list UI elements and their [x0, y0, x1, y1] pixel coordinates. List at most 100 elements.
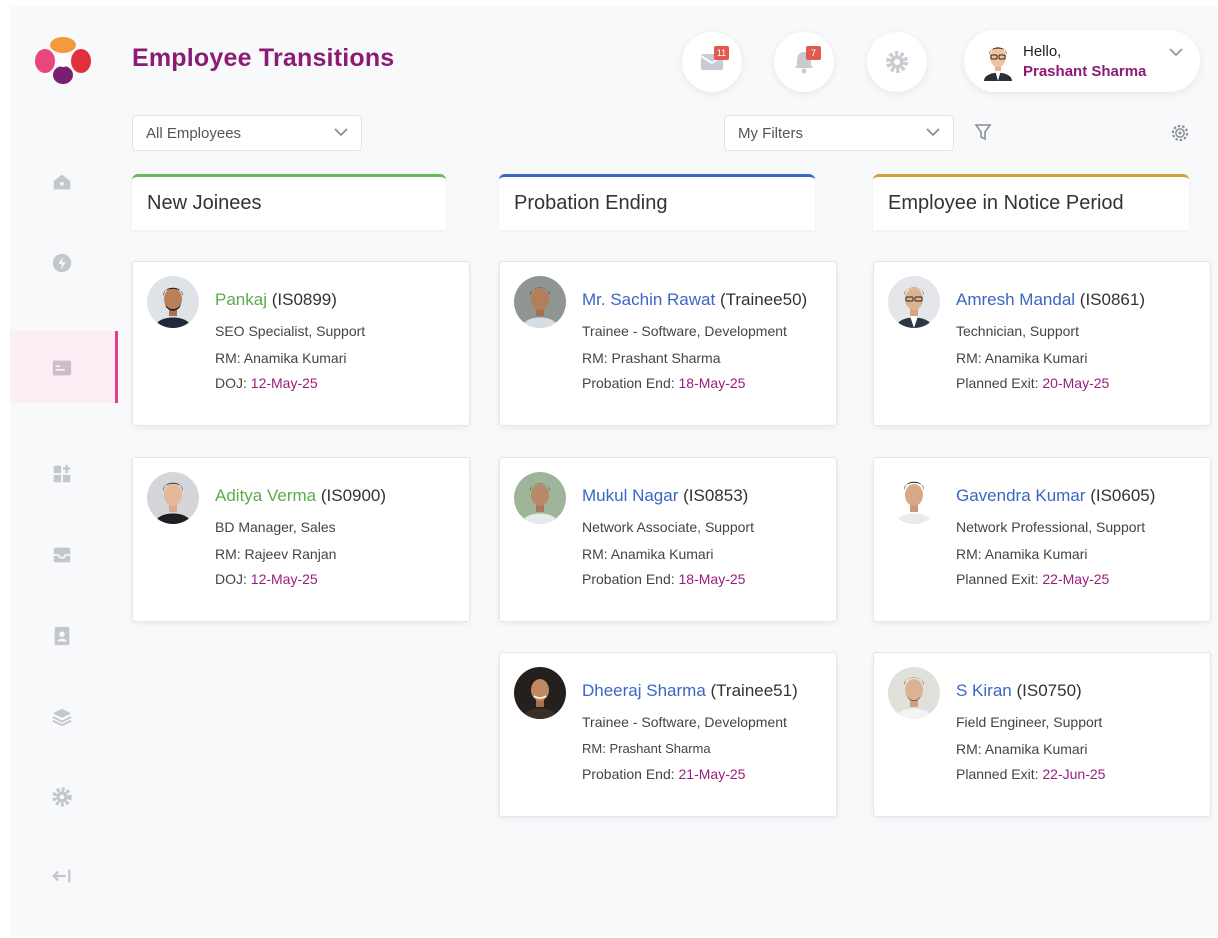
- employee-manager: RM: Anamika Kumari: [582, 546, 714, 562]
- employee-avatar: [888, 472, 940, 524]
- employee-role: BD Manager, Sales: [215, 519, 336, 535]
- employee-name-line: Mukul Nagar (IS0853): [582, 486, 748, 506]
- date-value: 22-May-25: [1042, 571, 1110, 587]
- employee-avatar: [147, 472, 199, 524]
- id-card-icon[interactable]: [50, 356, 74, 380]
- employee-date-line: Probation End: 21-May-25: [582, 766, 745, 782]
- my-filters-select[interactable]: My Filters: [724, 115, 954, 151]
- employee-code: (IS0900): [320, 486, 387, 505]
- employee-name-line: Aditya Verma (IS0900): [215, 486, 386, 506]
- employee-card[interactable]: Gavendra Kumar (IS0605) Network Professi…: [873, 457, 1211, 622]
- app-window: Employee Transitions 11 7 Hello, Prashan…: [10, 6, 1218, 936]
- employee-name-line: Pankaj (IS0899): [215, 290, 337, 310]
- column-header-probation-ending: Probation Ending: [499, 174, 815, 230]
- employee-manager: RM: Anamika Kumari: [956, 350, 1088, 366]
- date-value: 21-May-25: [678, 766, 746, 782]
- employee-date-line: Probation End: 18-May-25: [582, 375, 745, 391]
- employee-avatar: [888, 276, 940, 328]
- mail-count-badge: 11: [714, 46, 729, 60]
- settings-icon[interactable]: [50, 785, 74, 809]
- employee-name-line: Gavendra Kumar (IS0605): [956, 486, 1155, 506]
- employee-role: Network Professional, Support: [956, 519, 1146, 535]
- date-label: Planned Exit:: [956, 375, 1043, 391]
- employee-avatar: [514, 472, 566, 524]
- employee-card[interactable]: Amresh Mandal (IS0861) Technician, Suppo…: [873, 261, 1211, 426]
- employee-card[interactable]: Pankaj (IS0899) SEO Specialist, Support …: [132, 261, 470, 426]
- mail-button[interactable]: 11: [682, 32, 742, 92]
- employees-select-value: All Employees: [146, 124, 242, 142]
- employee-role: Field Engineer, Support: [956, 714, 1103, 730]
- layers-icon[interactable]: [50, 705, 74, 729]
- employee-avatar: [514, 276, 566, 328]
- notifications-button[interactable]: 7: [774, 32, 834, 92]
- employee-role: Network Associate, Support: [582, 519, 754, 535]
- employee-name-link[interactable]: S Kiran: [956, 681, 1012, 700]
- employee-date-line: Planned Exit: 22-Jun-25: [956, 766, 1105, 782]
- employee-name-line: Dheeraj Sharma (Trainee51): [582, 681, 798, 701]
- user-greeting: Hello,: [1023, 43, 1062, 60]
- notification-count-badge: 7: [806, 46, 821, 60]
- contacts-icon[interactable]: [50, 624, 74, 648]
- employee-code: (IS0853): [683, 486, 749, 505]
- employee-name-line: S Kiran (IS0750): [956, 681, 1082, 701]
- chevron-down-icon: [334, 128, 348, 137]
- date-value: 12-May-25: [250, 571, 318, 587]
- employee-code: (Trainee50): [719, 290, 808, 309]
- employee-manager: RM: Anamika Kumari: [956, 546, 1088, 562]
- column-header-new-joinees: New Joinees: [132, 174, 446, 230]
- date-label: Probation End:: [582, 571, 679, 587]
- employees-select[interactable]: All Employees: [132, 115, 362, 151]
- employee-manager: RM: Anamika Kumari: [215, 350, 347, 366]
- settings-button[interactable]: [867, 32, 927, 92]
- date-label: Probation End:: [582, 766, 679, 782]
- employee-code: (Trainee51): [710, 681, 798, 700]
- employee-card[interactable]: S Kiran (IS0750) Field Engineer, Support…: [873, 652, 1211, 817]
- employee-card[interactable]: Dheeraj Sharma (Trainee51) Trainee - Sof…: [499, 652, 837, 817]
- employee-manager: RM: Rajeev Ranjan: [215, 546, 337, 562]
- chevron-down-icon[interactable]: [1168, 47, 1184, 57]
- employee-role: Trainee - Software, Development: [582, 714, 787, 730]
- employee-card[interactable]: Mr. Sachin Rawat (Trainee50) Trainee - S…: [499, 261, 837, 426]
- employee-name-link[interactable]: Pankaj: [215, 290, 267, 309]
- employee-role: Technician, Support: [956, 323, 1079, 339]
- date-label: Probation End:: [582, 375, 679, 391]
- date-value: 18-May-25: [678, 571, 746, 587]
- employee-date-line: Planned Exit: 20-May-25: [956, 375, 1109, 391]
- dashboard-icon[interactable]: [50, 462, 74, 486]
- employee-card[interactable]: Mukul Nagar (IS0853) Network Associate, …: [499, 457, 837, 622]
- employee-name-link[interactable]: Dheeraj Sharma: [582, 681, 706, 700]
- employee-role: Trainee - Software, Development: [582, 323, 787, 339]
- company-logo[interactable]: [34, 34, 92, 94]
- collapse-icon[interactable]: [50, 864, 74, 888]
- employee-name-link[interactable]: Amresh Mandal: [956, 290, 1075, 309]
- home-icon[interactable]: [50, 170, 74, 194]
- column-settings-icon[interactable]: [1170, 123, 1190, 143]
- user-menu[interactable]: Hello, Prashant Sharma: [964, 30, 1200, 92]
- column-header-notice-period: Employee in Notice Period: [873, 174, 1189, 230]
- employee-avatar: [888, 667, 940, 719]
- page-title: Employee Transitions: [132, 44, 395, 72]
- date-label: DOJ:: [215, 571, 251, 587]
- date-label: DOJ:: [215, 375, 251, 391]
- employee-manager: RM: Prashant Sharma: [582, 350, 721, 366]
- filter-icon[interactable]: [974, 123, 992, 141]
- date-value: 22-Jun-25: [1042, 766, 1106, 782]
- employee-name-link[interactable]: Mr. Sachin Rawat: [582, 290, 715, 309]
- bolt-icon[interactable]: [50, 251, 74, 275]
- employee-manager: RM: Prashant Sharma: [582, 741, 711, 756]
- employee-name-link[interactable]: Mukul Nagar: [582, 486, 678, 505]
- my-filters-select-value: My Filters: [738, 124, 803, 142]
- employee-date-line: DOJ: 12-May-25: [215, 571, 318, 587]
- employee-card[interactable]: Aditya Verma (IS0900) BD Manager, Sales …: [132, 457, 470, 622]
- employee-name-line: Amresh Mandal (IS0861): [956, 290, 1145, 310]
- employee-date-line: DOJ: 12-May-25: [215, 375, 318, 391]
- inbox-icon[interactable]: [50, 543, 74, 567]
- employee-name-link[interactable]: Gavendra Kumar: [956, 486, 1085, 505]
- employee-name-link[interactable]: Aditya Verma: [215, 486, 316, 505]
- employee-date-line: Planned Exit: 22-May-25: [956, 571, 1109, 587]
- employee-code: (IS0899): [271, 290, 337, 309]
- chevron-down-icon: [926, 128, 940, 137]
- employee-date-line: Probation End: 18-May-25: [582, 571, 745, 587]
- date-label: Planned Exit:: [956, 571, 1043, 587]
- date-label: Planned Exit:: [956, 766, 1043, 782]
